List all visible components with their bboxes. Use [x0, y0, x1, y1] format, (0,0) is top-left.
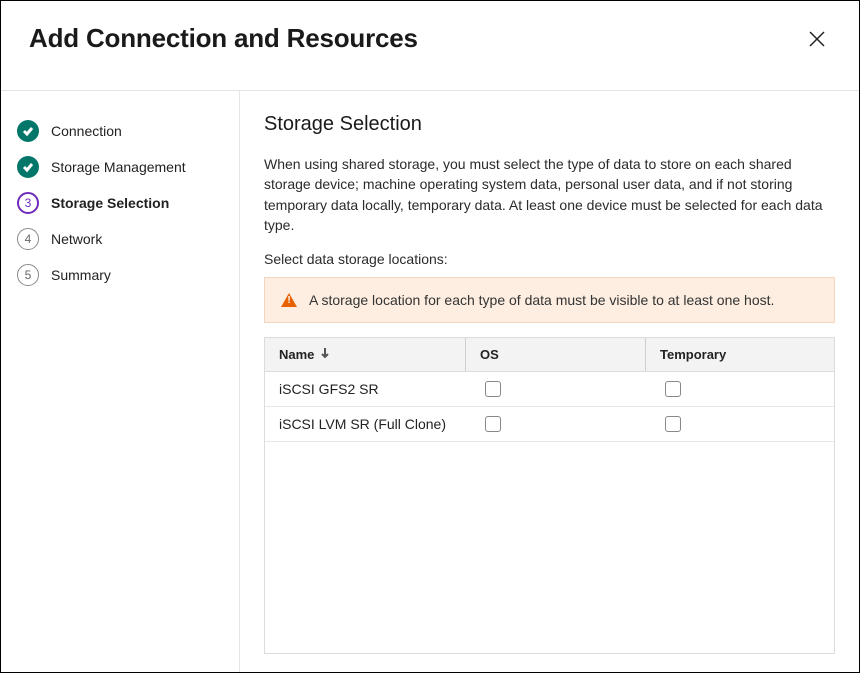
column-label: Name — [279, 347, 314, 362]
table-row: iSCSI GFS2 SR — [265, 372, 834, 407]
cell-os — [465, 372, 645, 406]
temp-checkbox[interactable] — [665, 416, 681, 432]
close-button[interactable] — [803, 25, 831, 53]
warning-text: A storage location for each type of data… — [309, 292, 774, 308]
step-storage-selection[interactable]: 3 Storage Selection — [17, 185, 225, 221]
temp-checkbox[interactable] — [665, 381, 681, 397]
step-number-icon: 4 — [17, 228, 39, 250]
page-subdescription: Select data storage locations: — [264, 251, 835, 267]
step-summary[interactable]: 5 Summary — [17, 257, 225, 293]
storage-table: Name OS Temporary iSCSI GFS2 SR — [264, 337, 835, 654]
step-label: Connection — [51, 123, 122, 139]
check-icon — [17, 120, 39, 142]
cell-name: iSCSI LVM SR (Full Clone) — [265, 407, 465, 441]
column-header-name[interactable]: Name — [265, 338, 465, 371]
column-label: OS — [480, 347, 499, 362]
table-body: iSCSI GFS2 SR iSCSI LVM SR (Full Clone) — [265, 372, 834, 653]
table-row: iSCSI LVM SR (Full Clone) — [265, 407, 834, 442]
main-panel: Storage Selection When using shared stor… — [240, 91, 859, 672]
table-header: Name OS Temporary — [265, 338, 834, 372]
dialog-window: Add Connection and Resources Connection … — [0, 0, 860, 673]
titlebar: Add Connection and Resources — [1, 1, 859, 90]
warning-icon — [281, 293, 297, 307]
step-number-icon: 3 — [17, 192, 39, 214]
step-label: Storage Selection — [51, 195, 169, 211]
cell-temp — [645, 372, 834, 406]
column-label: Temporary — [660, 347, 726, 362]
arrow-down-icon — [320, 347, 330, 362]
cell-name: iSCSI GFS2 SR — [265, 372, 465, 406]
wizard-sidebar: Connection Storage Management 3 Storage … — [1, 91, 240, 672]
cell-os — [465, 407, 645, 441]
close-icon — [807, 29, 827, 49]
dialog-body: Connection Storage Management 3 Storage … — [1, 90, 859, 672]
page-heading: Storage Selection — [264, 113, 835, 136]
step-connection[interactable]: Connection — [17, 113, 225, 149]
step-storage-management[interactable]: Storage Management — [17, 149, 225, 185]
step-label: Storage Management — [51, 159, 186, 175]
os-checkbox[interactable] — [485, 381, 501, 397]
step-label: Network — [51, 231, 102, 247]
column-header-temporary[interactable]: Temporary — [645, 338, 834, 371]
warning-banner: A storage location for each type of data… — [264, 277, 835, 323]
step-network[interactable]: 4 Network — [17, 221, 225, 257]
column-header-os[interactable]: OS — [465, 338, 645, 371]
cell-temp — [645, 407, 834, 441]
page-description: When using shared storage, you must sele… — [264, 154, 835, 235]
os-checkbox[interactable] — [485, 416, 501, 432]
step-number-icon: 5 — [17, 264, 39, 286]
step-label: Summary — [51, 267, 111, 283]
dialog-title: Add Connection and Resources — [29, 23, 418, 54]
check-icon — [17, 156, 39, 178]
